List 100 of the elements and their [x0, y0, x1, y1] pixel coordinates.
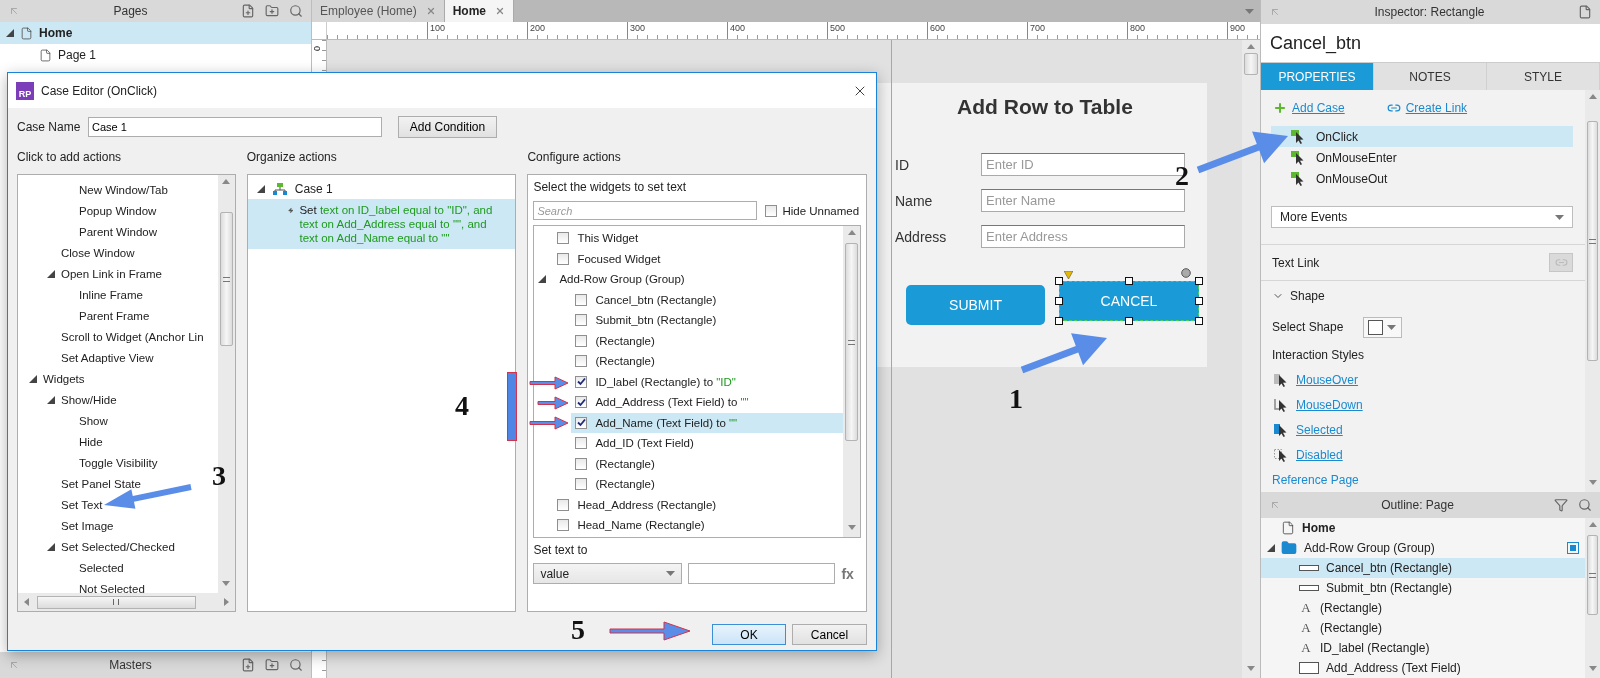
scrollbar[interactable] [1585, 518, 1600, 678]
page-row[interactable]: Home [0, 22, 311, 44]
scroll-thumb[interactable] [1587, 121, 1598, 361]
input-field[interactable]: Enter Name [981, 189, 1185, 212]
checkbox[interactable] [557, 252, 570, 265]
resize-handle[interactable] [1195, 317, 1203, 325]
page-icon[interactable] [1578, 5, 1592, 19]
scroll-arrow-icon[interactable] [847, 525, 856, 530]
expand-triangle-icon[interactable] [47, 269, 55, 278]
filter-icon[interactable] [1554, 498, 1568, 512]
checkbox[interactable] [575, 478, 588, 491]
action-item[interactable]: Set Adaptive View [61, 351, 154, 364]
expand-triangle-icon[interactable] [538, 275, 547, 284]
action-item[interactable]: Parent Frame [79, 309, 150, 322]
add-page-icon[interactable] [241, 658, 255, 672]
checkbox[interactable] [575, 375, 588, 388]
resize-handle[interactable] [1195, 297, 1203, 305]
checkbox[interactable] [575, 457, 588, 470]
checkbox[interactable] [557, 232, 570, 245]
action-item[interactable]: Popup Window [79, 204, 157, 217]
outline-row[interactable]: Add-Row Group (Group) [1261, 538, 1585, 558]
action-item[interactable]: Set Panel State [61, 477, 141, 490]
scroll-thumb[interactable] [1244, 53, 1258, 75]
widget-row[interactable]: ID_label (Rectangle) to "ID" [571, 371, 843, 392]
action-group-label[interactable]: Open Link in Frame [61, 267, 162, 280]
caret-icon[interactable] [1387, 324, 1397, 330]
action-item[interactable]: Close Window [61, 246, 135, 259]
action-group-label[interactable]: Widgets [43, 372, 85, 385]
add-folder-icon[interactable] [265, 658, 279, 672]
value-field[interactable] [688, 563, 836, 584]
resize-handle[interactable] [1055, 317, 1063, 325]
scroll-arrow-icon[interactable] [222, 179, 231, 184]
fx-button[interactable]: fx [841, 565, 854, 582]
scroll-arrow-icon[interactable] [222, 581, 231, 586]
pin-icon[interactable] [1269, 499, 1281, 511]
expand-triangle-icon[interactable] [47, 395, 55, 404]
inspector-tab[interactable]: NOTES [1374, 63, 1487, 90]
widget-row[interactable]: Focused Widget [553, 248, 843, 269]
scrollbar[interactable] [18, 593, 235, 611]
scroll-arrow-icon[interactable] [1588, 666, 1597, 671]
widget-row[interactable]: Head_Address (Rectangle) [553, 494, 843, 515]
outline-row[interactable]: Add_Address (Text Field) [1261, 658, 1585, 678]
document-tab[interactable]: Employee (Home) [312, 0, 445, 22]
document-tab[interactable]: Home [444, 0, 515, 22]
action-item[interactable]: Toggle Visibility [79, 456, 158, 469]
scroll-arrow-icon[interactable] [1247, 44, 1255, 49]
scroll-arrow-icon[interactable] [24, 598, 29, 606]
action-entry[interactable]: Set text on ID_label equal to "ID", and text on Add_Address equal to "", and text on Add_Name equal to "" [247, 199, 516, 249]
resize-handle[interactable] [1195, 277, 1203, 285]
resize-handle[interactable] [1125, 277, 1133, 285]
add-page-icon[interactable] [241, 4, 255, 18]
outline-row[interactable]: Home [1261, 518, 1585, 538]
widget-row[interactable]: Add-Row Group (Group) [534, 269, 843, 290]
action-item[interactable]: Selected [79, 561, 124, 574]
checkbox[interactable] [765, 204, 778, 217]
dialog-button[interactable]: OK [712, 624, 786, 645]
action-item[interactable]: Not Selected [79, 582, 145, 593]
add-condition-button[interactable]: Add Condition [398, 116, 497, 138]
checkbox[interactable] [575, 355, 588, 368]
action-group-label[interactable]: Show/Hide [61, 393, 117, 406]
expand-triangle-icon[interactable] [256, 184, 265, 193]
scroll-arrow-icon[interactable] [1247, 666, 1255, 671]
checkbox[interactable] [575, 396, 588, 409]
checkbox[interactable] [575, 416, 588, 429]
widget-row[interactable]: (Rectangle) [571, 453, 843, 474]
section-title[interactable]: Shape [1290, 289, 1325, 303]
action-group-label[interactable]: Set Selected/Checked [61, 540, 175, 553]
caret-icon[interactable] [1555, 214, 1564, 220]
search-icon[interactable] [289, 4, 303, 18]
action-item[interactable]: Set Text [61, 498, 103, 511]
add-folder-icon[interactable] [265, 4, 279, 18]
page-row[interactable]: Page 1 [0, 44, 311, 66]
value-type-dropdown[interactable]: value [533, 563, 683, 584]
outline-row[interactable]: Cancel_btn (Rectangle) [1261, 558, 1585, 578]
scroll-arrow-icon[interactable] [847, 230, 856, 235]
action-item[interactable]: Set Image [61, 519, 114, 532]
search-field[interactable]: Search [533, 201, 758, 220]
action-item[interactable]: New Window/Tab [79, 183, 168, 196]
widget-row[interactable]: Add_Name (Text Field) to "" [571, 412, 843, 433]
visibility-toggle-icon[interactable] [1567, 542, 1579, 554]
scrollbar[interactable] [1242, 40, 1260, 678]
widget-row[interactable]: Add_ID (Text Field) [571, 433, 843, 454]
scroll-arrow-icon[interactable] [1588, 480, 1597, 485]
link-icon[interactable] [1386, 101, 1401, 115]
event-row[interactable]: OnMouseEnter [1271, 147, 1573, 168]
event-row[interactable]: OnMouseOut [1271, 168, 1573, 189]
scroll-thumb[interactable] [219, 212, 233, 346]
action-item[interactable]: Scroll to Widget (Anchor Lin [61, 330, 204, 343]
checkbox[interactable] [575, 334, 588, 347]
scroll-arrow-icon[interactable] [223, 598, 229, 606]
input-field[interactable]: Enter Address [981, 225, 1185, 248]
expand-triangle-icon[interactable] [47, 542, 55, 551]
event-row[interactable]: OnClick [1271, 126, 1573, 147]
expand-triangle-icon[interactable] [1267, 544, 1275, 552]
action-item[interactable]: Parent Window [79, 225, 157, 238]
pin-icon[interactable] [1269, 6, 1281, 18]
widget-row[interactable]: Add_Address (Text Field) to "" [571, 392, 843, 413]
search-icon[interactable] [1578, 498, 1592, 512]
pin-icon[interactable] [8, 659, 20, 671]
outline-row[interactable]: A (Rectangle) [1261, 598, 1585, 618]
